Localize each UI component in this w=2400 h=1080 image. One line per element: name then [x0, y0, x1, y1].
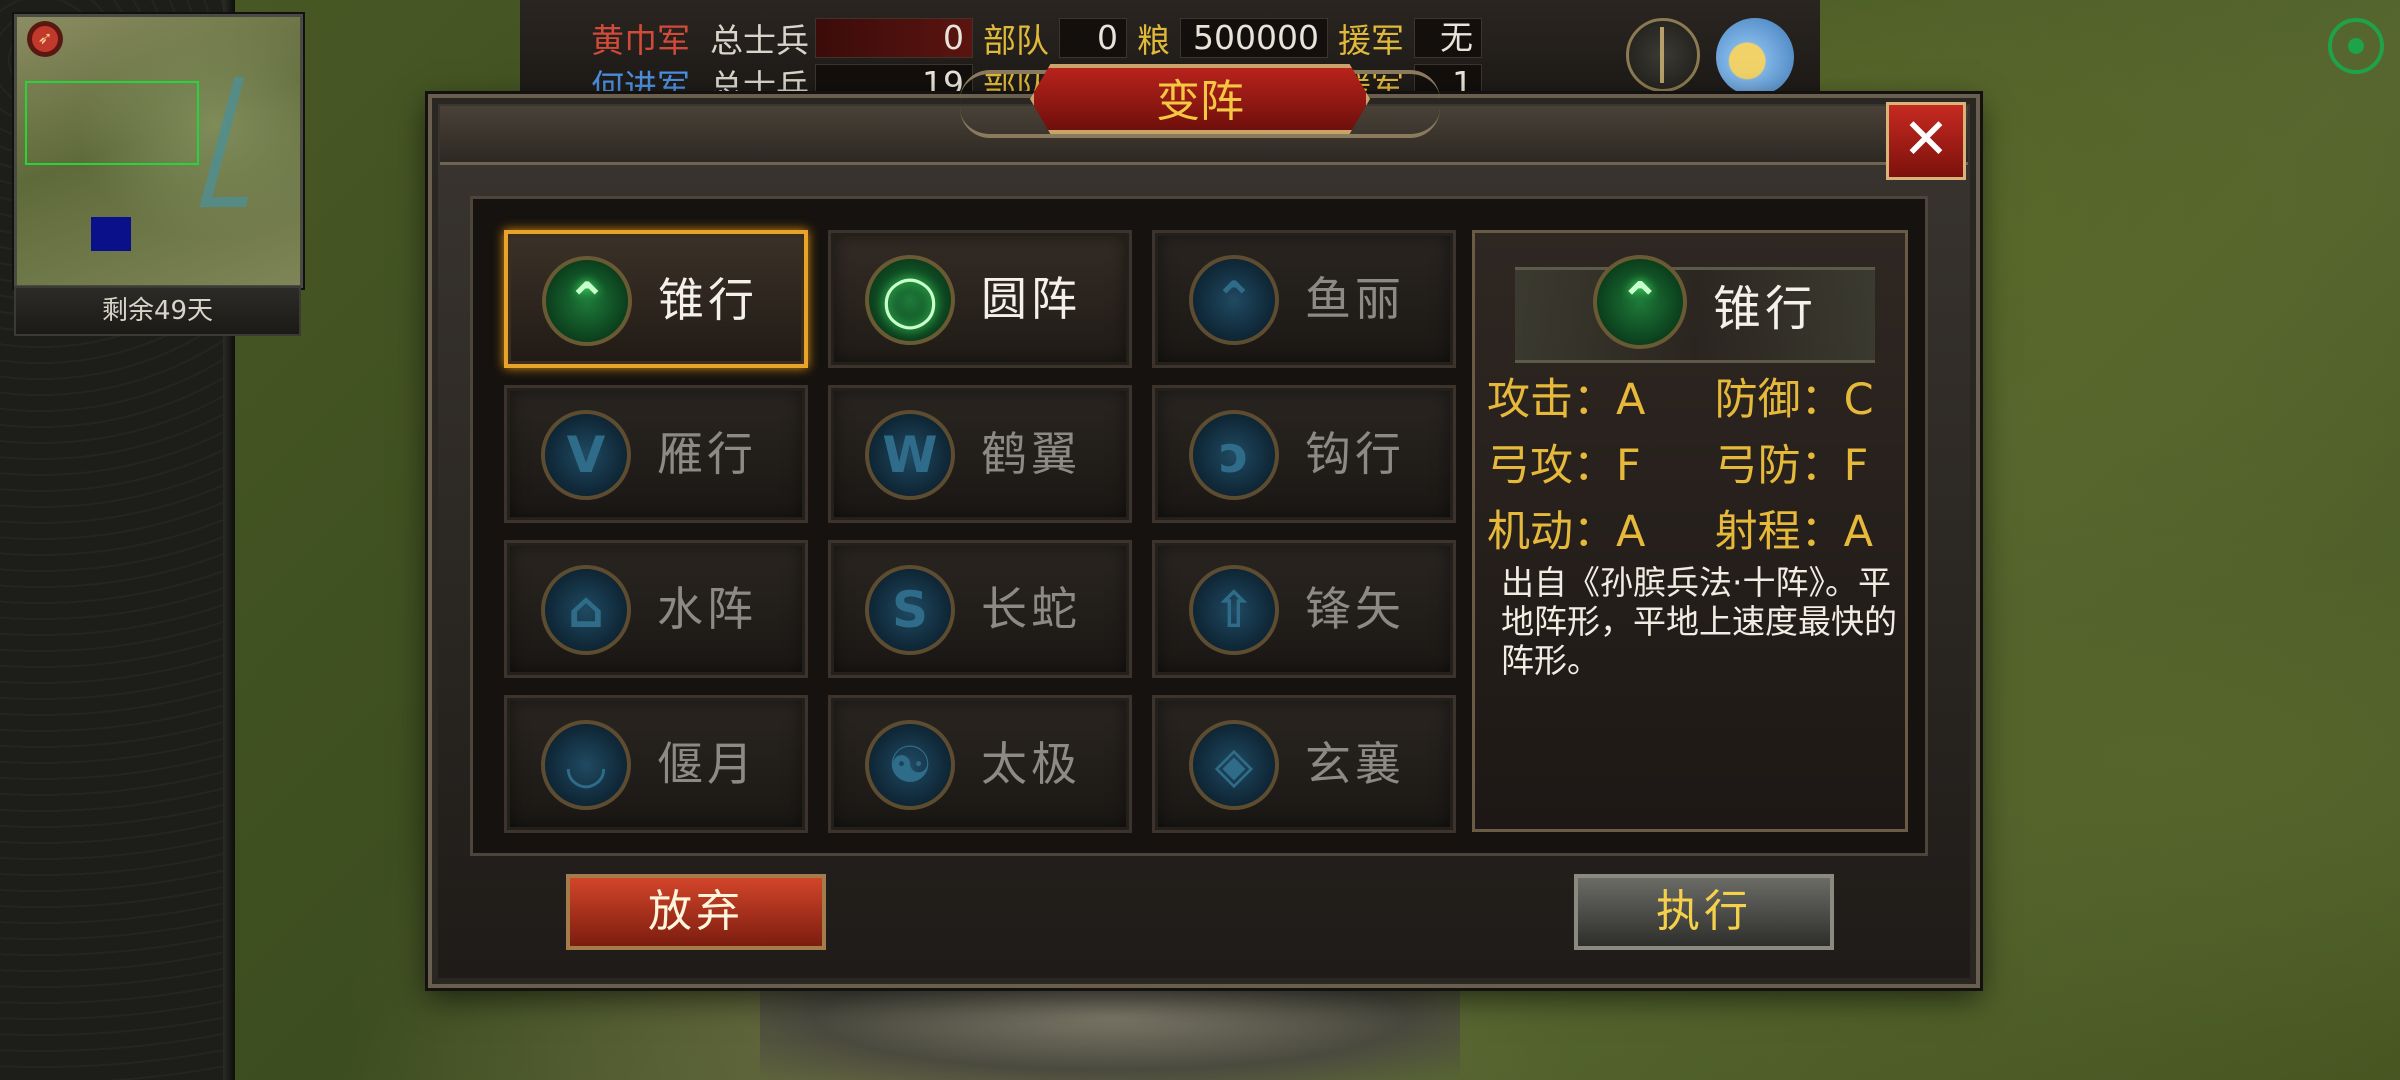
formation-tile-yuanzhen[interactable]: ◯ 圆阵 — [828, 230, 1132, 368]
info-header-ornament — [1515, 267, 1875, 363]
hook-icon: ↄ — [1189, 410, 1279, 500]
dialog-title: 变阵 — [1030, 64, 1370, 134]
grain-label: 粮 — [1137, 21, 1170, 60]
formation-label: 锥行 — [658, 273, 758, 327]
formation-tile-yuli[interactable]: ⌃ 鱼丽 — [1152, 230, 1456, 368]
formation-label: 锋矢 — [1305, 582, 1405, 636]
formation-label: 鱼丽 — [1305, 272, 1405, 326]
arrow-up-icon: ⌃ — [1593, 255, 1687, 349]
minimap-viewport-rect[interactable] — [25, 81, 199, 165]
formation-tile-gouxing[interactable]: ↄ 钩行 — [1152, 385, 1456, 523]
crescent-icon: ◡ — [541, 720, 631, 810]
stat-defense: 防御：C — [1714, 375, 1874, 425]
formation-tile-changshe[interactable]: S 长蛇 — [828, 540, 1132, 678]
formation-label: 玄襄 — [1305, 737, 1405, 791]
v-shape-icon: V — [541, 410, 631, 500]
abandon-button[interactable]: 放弃 — [566, 874, 826, 950]
minimap[interactable]: ➶ — [14, 14, 303, 288]
total-soldiers-label: 总士兵 — [710, 21, 809, 60]
fish-scale-icon: ⌃ — [1189, 255, 1279, 345]
w-shape-icon: W — [865, 410, 955, 500]
formation-label: 鹤翼 — [981, 427, 1081, 481]
formation-tile-yanyue[interactable]: ◡ 偃月 — [504, 695, 808, 833]
formation-label: 钩行 — [1305, 427, 1405, 481]
reinforce-value: 无 — [1414, 18, 1482, 58]
troops-value: 0 — [1059, 18, 1127, 58]
formation-tile-zhuixing[interactable]: ⌃ 锥行 — [504, 230, 808, 368]
minimap-compass-icon[interactable]: ➶ — [27, 21, 63, 57]
formation-label: 雁行 — [657, 427, 757, 481]
ring-icon: ◯ — [865, 255, 955, 345]
formation-tile-taiji[interactable]: ☯ 太极 — [828, 695, 1132, 833]
troops-label: 部队 — [983, 21, 1049, 60]
info-formation-name: 锥行 — [1713, 281, 1818, 337]
grain-value: 500000 — [1180, 18, 1328, 58]
formation-description: 出自《孙膑兵法·十阵》。平地阵形，平地上速度最快的阵形。 — [1501, 563, 1897, 680]
formation-tile-xuanxiang[interactable]: ◈ 玄襄 — [1152, 695, 1456, 833]
close-button[interactable]: ✕ — [1886, 102, 1966, 180]
execute-button[interactable]: 执行 — [1574, 874, 1834, 950]
days-left-label: 剩余49天 — [14, 286, 301, 336]
formation-info-panel: ⌃ 锥行 攻击：A 防御：C 弓攻：F 弓防：F 机动：A 射程：A 出自《孙膑… — [1472, 230, 1908, 832]
status-row-enemy: 黄巾军 总士兵 0 部队 0 粮 500000 援军 无 — [520, 16, 1482, 60]
stat-mobility: 机动：A — [1487, 507, 1646, 557]
stat-row-mobility-range: 机动：A 射程：A — [1487, 497, 1873, 559]
reinforce-label: 援军 — [1338, 21, 1404, 60]
stat-range: 射程：A — [1714, 507, 1874, 557]
weather-icon[interactable] — [1716, 18, 1794, 96]
arrow-head-icon: ⇧ — [1189, 565, 1279, 655]
formation-grid: ⌃ 锥行 ◯ 圆阵 ⌃ 鱼丽 V 雁行 W 鹤翼 ↄ 钩行 ⌂ 水阵 S 长蛇 … — [504, 230, 1456, 833]
stat-bow-defense: 弓防：F — [1714, 441, 1869, 491]
formation-tile-shuizhen[interactable]: ⌂ 水阵 — [504, 540, 808, 678]
stat-bow-attack: 弓攻：F — [1487, 441, 1641, 491]
taiji-icon: ☯ — [865, 720, 955, 810]
formation-label: 偃月 — [657, 737, 757, 791]
terrain-rock — [760, 990, 1460, 1080]
formation-label: 水阵 — [657, 582, 757, 636]
signal-icon[interactable] — [2328, 18, 2384, 74]
formation-tile-fengshi[interactable]: ⇧ 锋矢 — [1152, 540, 1456, 678]
stat-attack: 攻击：A — [1487, 375, 1646, 425]
formation-label: 长蛇 — [981, 582, 1081, 636]
army-name: 黄巾军 — [591, 21, 690, 60]
formation-tile-yanxing[interactable]: V 雁行 — [504, 385, 808, 523]
formation-label: 太极 — [981, 737, 1081, 791]
house-arrow-icon: ⌂ — [541, 565, 631, 655]
minimap-unit-marker — [91, 217, 131, 251]
arrow-up-icon: ⌃ — [542, 256, 632, 346]
compass-icon[interactable] — [1626, 18, 1700, 92]
formation-label: 圆阵 — [981, 272, 1081, 326]
stat-row-archery: 弓攻：F 弓防：F — [1487, 431, 1868, 493]
stat-row-attack-defense: 攻击：A 防御：C — [1487, 365, 1874, 427]
formation-tile-heyi[interactable]: W 鹤翼 — [828, 385, 1132, 523]
total-soldiers-value: 0 — [815, 18, 973, 58]
minimap-river — [199, 77, 281, 207]
diamond-icon: ◈ — [1189, 720, 1279, 810]
snake-icon: S — [865, 565, 955, 655]
